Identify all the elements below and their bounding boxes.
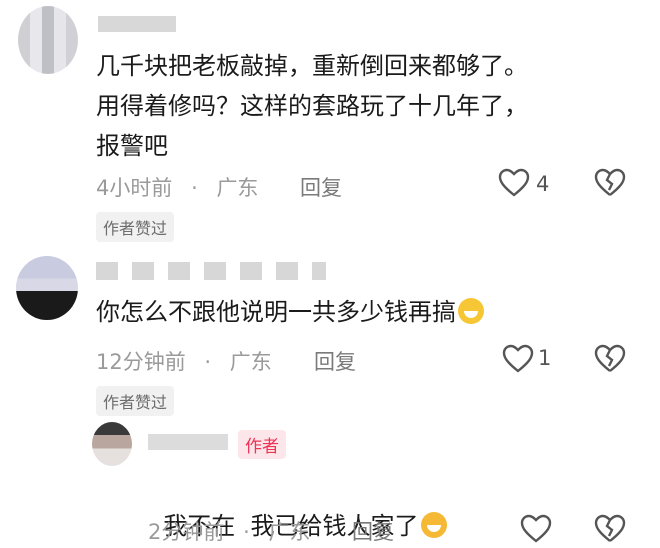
location: 广东 (229, 350, 272, 374)
reply-button[interactable]: 回复 (300, 172, 342, 202)
author-liked-tag: 作者赞过 (96, 212, 175, 242)
broken-heart-icon (594, 344, 626, 372)
grinning-sweat-emoji (458, 298, 484, 324)
username-blurred[interactable] (96, 262, 326, 280)
comment-line: 用得着修吗？这样的套路玩了十几年了， (96, 92, 528, 120)
like-count: 1 (538, 346, 552, 370)
comment-meta: 4小时前 · 广东 (96, 172, 258, 202)
avatar[interactable] (16, 256, 78, 320)
reply-button[interactable]: 回复 (352, 516, 394, 546)
dislike-button[interactable] (594, 344, 626, 378)
heart-outline-icon (520, 514, 552, 543)
avatar[interactable] (92, 422, 132, 466)
author-liked-tag: 作者赞过 (96, 386, 175, 416)
separator-dot: · (204, 350, 212, 374)
broken-heart-icon (594, 514, 626, 542)
heart-outline-icon (502, 344, 534, 373)
username-blurred[interactable] (148, 434, 228, 450)
comment-line: 报警吧 (96, 132, 168, 160)
like-button[interactable] (502, 344, 534, 378)
like-button[interactable] (498, 168, 530, 202)
author-badge: 作者 (238, 430, 286, 459)
location: 广东 (268, 520, 311, 544)
dislike-button[interactable] (594, 168, 626, 202)
separator-dot: · (243, 520, 250, 544)
timestamp: 12分钟前 (96, 350, 186, 374)
like-button[interactable] (520, 514, 552, 548)
rolling-laughing-emoji (420, 512, 447, 538)
like-count: 4 (536, 172, 550, 196)
comment-meta: 12分钟前 · 广东 (96, 346, 272, 376)
comment-text: 几千块把老板敲掉，重新倒回来都够了。 用得着修吗？这样的套路玩了十几年了， 报警… (96, 46, 528, 166)
username-blurred[interactable] (98, 16, 176, 32)
heart-outline-icon (498, 168, 530, 197)
comment-line: 你怎么不跟他说明一共多少钱再搞 (96, 298, 456, 326)
comment-text: 你怎么不跟他说明一共多少钱再搞 (96, 292, 484, 332)
avatar[interactable] (18, 6, 78, 74)
reply-button[interactable]: 回复 (314, 346, 356, 376)
dislike-button[interactable] (594, 514, 626, 548)
location: 广东 (216, 176, 259, 200)
separator-dot: · (191, 176, 198, 200)
broken-heart-icon (594, 168, 626, 196)
comment-meta: 2分钟前 · 广东 (148, 516, 310, 546)
timestamp: 2分钟前 (148, 520, 225, 544)
timestamp: 4小时前 (96, 176, 173, 200)
comment-line: 几千块把老板敲掉，重新倒回来都够了。 (96, 52, 528, 80)
